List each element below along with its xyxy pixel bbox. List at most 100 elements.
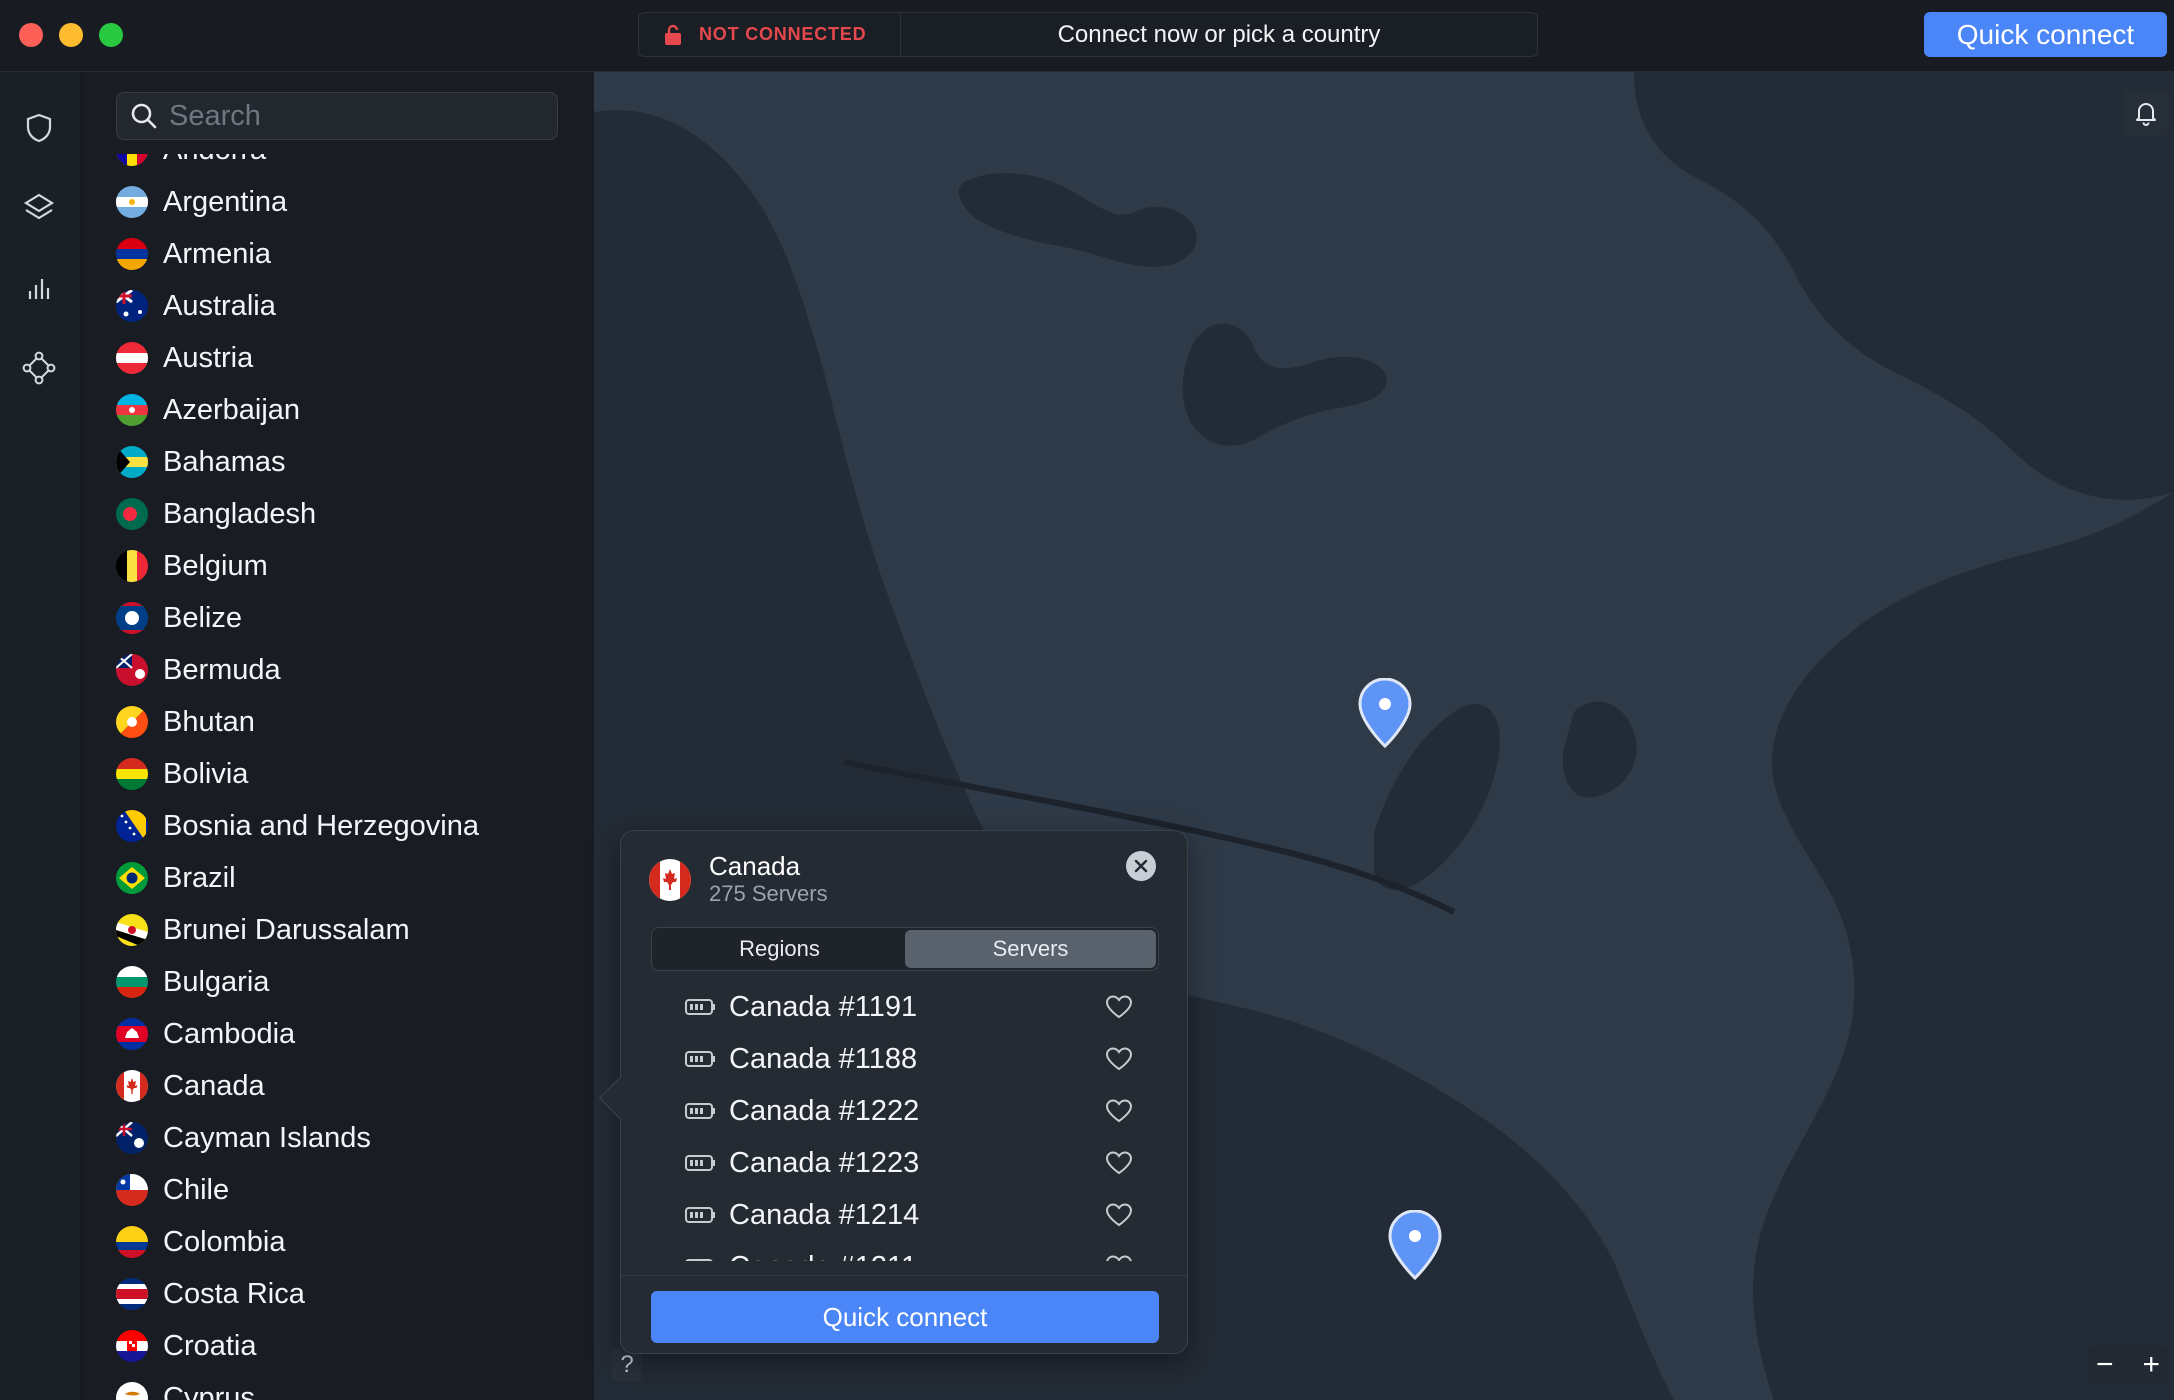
country-name: Chile (163, 1173, 230, 1206)
map-pin-icon[interactable] (1356, 678, 1414, 750)
country-item[interactable]: Argentina (82, 176, 594, 228)
country-item[interactable]: Bosnia and Herzegovina (82, 800, 594, 852)
flag-icon (116, 1070, 148, 1102)
country-item[interactable]: Australia (82, 280, 594, 332)
flag-icon (116, 862, 148, 894)
country-name: Croatia (163, 1329, 257, 1362)
server-row[interactable]: Canada #1214 (651, 1189, 1159, 1241)
status-label: NOT CONNECTED (699, 24, 867, 44)
country-name: Australia (163, 289, 276, 322)
country-name: Andorra (163, 154, 266, 167)
country-item[interactable]: Belgium (82, 540, 594, 592)
flag-icon (116, 1330, 148, 1362)
canada-flag-icon (649, 859, 691, 901)
server-row[interactable]: Canada #1191 (651, 981, 1159, 1033)
heart-icon[interactable] (1105, 1203, 1133, 1227)
country-item[interactable]: Brazil (82, 852, 594, 904)
bell-icon[interactable] (2123, 90, 2169, 136)
popup-tabs: Regions Servers (651, 927, 1159, 971)
country-name: Bangladesh (163, 497, 317, 530)
search-input[interactable] (169, 99, 549, 133)
flag-icon (116, 1226, 148, 1258)
country-item[interactable]: Austria (82, 332, 594, 384)
country-list[interactable]: Andorra Argentina Armenia Australia Austria A… (82, 154, 594, 1400)
server-load-icon (685, 999, 715, 1015)
country-item[interactable]: Armenia (82, 228, 594, 280)
popup-country-name: Canada (709, 851, 801, 881)
flag-icon (116, 550, 148, 582)
flag-icon (116, 1382, 148, 1400)
window-minimize-button[interactable] (59, 23, 83, 47)
flag-icon (116, 154, 148, 166)
flag-icon (116, 446, 148, 478)
server-row[interactable]: Canada #1188 (651, 1033, 1159, 1085)
country-item[interactable]: Azerbaijan (82, 384, 594, 436)
country-item[interactable]: Bangladesh (82, 488, 594, 540)
country-item[interactable]: Canada (82, 1060, 594, 1112)
country-item[interactable]: Bahamas (82, 436, 594, 488)
meshnet-icon[interactable] (19, 348, 59, 388)
flag-icon (116, 706, 148, 738)
search-icon (131, 103, 157, 129)
flag-icon (116, 654, 148, 686)
flag-icon (116, 238, 148, 270)
server-row[interactable]: Canada #1222 (651, 1085, 1159, 1137)
flag-icon (116, 966, 148, 998)
country-item[interactable]: Chile (82, 1164, 594, 1216)
flag-icon (116, 342, 148, 374)
flag-icon (116, 602, 148, 634)
zoom-controls: − + (2088, 1346, 2168, 1384)
heart-icon[interactable] (1105, 995, 1133, 1019)
server-row[interactable]: Canada #1211 (651, 1241, 1159, 1261)
window-zoom-button[interactable] (99, 23, 123, 47)
country-item[interactable]: Belize (82, 592, 594, 644)
country-item[interactable]: Bermuda (82, 644, 594, 696)
server-name: Canada #1214 (729, 1198, 920, 1231)
server-load-icon (685, 1103, 715, 1119)
nav-rail (0, 72, 82, 1400)
heart-icon[interactable] (1105, 1047, 1133, 1071)
country-item[interactable]: Cyprus (82, 1372, 594, 1400)
quick-connect-button[interactable]: Quick connect (1924, 12, 2167, 57)
heart-icon[interactable] (1105, 1151, 1133, 1175)
country-item[interactable]: Cayman Islands (82, 1112, 594, 1164)
map-pin-icon[interactable] (1386, 1210, 1444, 1282)
connection-status-bar: NOT CONNECTED Connect now or pick a coun… (638, 12, 1538, 57)
country-item[interactable]: Brunei Darussalam (82, 904, 594, 956)
tab-regions[interactable]: Regions (654, 930, 905, 968)
window-close-button[interactable] (19, 23, 43, 47)
country-item[interactable]: Andorra (82, 154, 594, 176)
flag-icon (116, 1122, 148, 1154)
country-item[interactable]: Bulgaria (82, 956, 594, 1008)
heart-icon[interactable] (1105, 1255, 1133, 1261)
zoom-in-button[interactable]: + (2142, 1350, 2160, 1380)
flag-icon (116, 498, 148, 530)
country-item[interactable]: Cambodia (82, 1008, 594, 1060)
country-item[interactable]: Bolivia (82, 748, 594, 800)
country-item[interactable]: Costa Rica (82, 1268, 594, 1320)
country-name: Colombia (163, 1225, 286, 1258)
country-name: Costa Rica (163, 1277, 305, 1310)
flag-icon (116, 1018, 148, 1050)
shield-icon[interactable] (19, 108, 59, 148)
server-row[interactable]: Canada #1223 (651, 1137, 1159, 1189)
layers-icon[interactable] (19, 188, 59, 228)
country-item[interactable]: Croatia (82, 1320, 594, 1372)
country-item[interactable]: Colombia (82, 1216, 594, 1268)
country-items: Andorra Argentina Armenia Australia Austria A… (82, 154, 594, 1400)
close-icon[interactable] (1126, 851, 1156, 881)
stats-icon[interactable] (19, 268, 59, 308)
popup-quick-connect-button[interactable]: Quick connect (651, 1291, 1159, 1343)
server-name: Canada #1211 (729, 1251, 917, 1262)
country-name: Cyprus (163, 1381, 255, 1400)
tab-servers[interactable]: Servers (905, 930, 1156, 968)
country-name: Argentina (163, 185, 288, 218)
status-message: Connect now or pick a country (1057, 20, 1381, 48)
zoom-out-button[interactable]: − (2096, 1350, 2114, 1380)
country-item[interactable]: Bhutan (82, 696, 594, 748)
heart-icon[interactable] (1105, 1099, 1133, 1123)
flag-icon (116, 394, 148, 426)
flag-icon (116, 758, 148, 790)
search-box[interactable] (116, 92, 558, 140)
server-list[interactable]: Canada #1191 Canada #1188 Canada #1222 Cana… (651, 981, 1159, 1261)
